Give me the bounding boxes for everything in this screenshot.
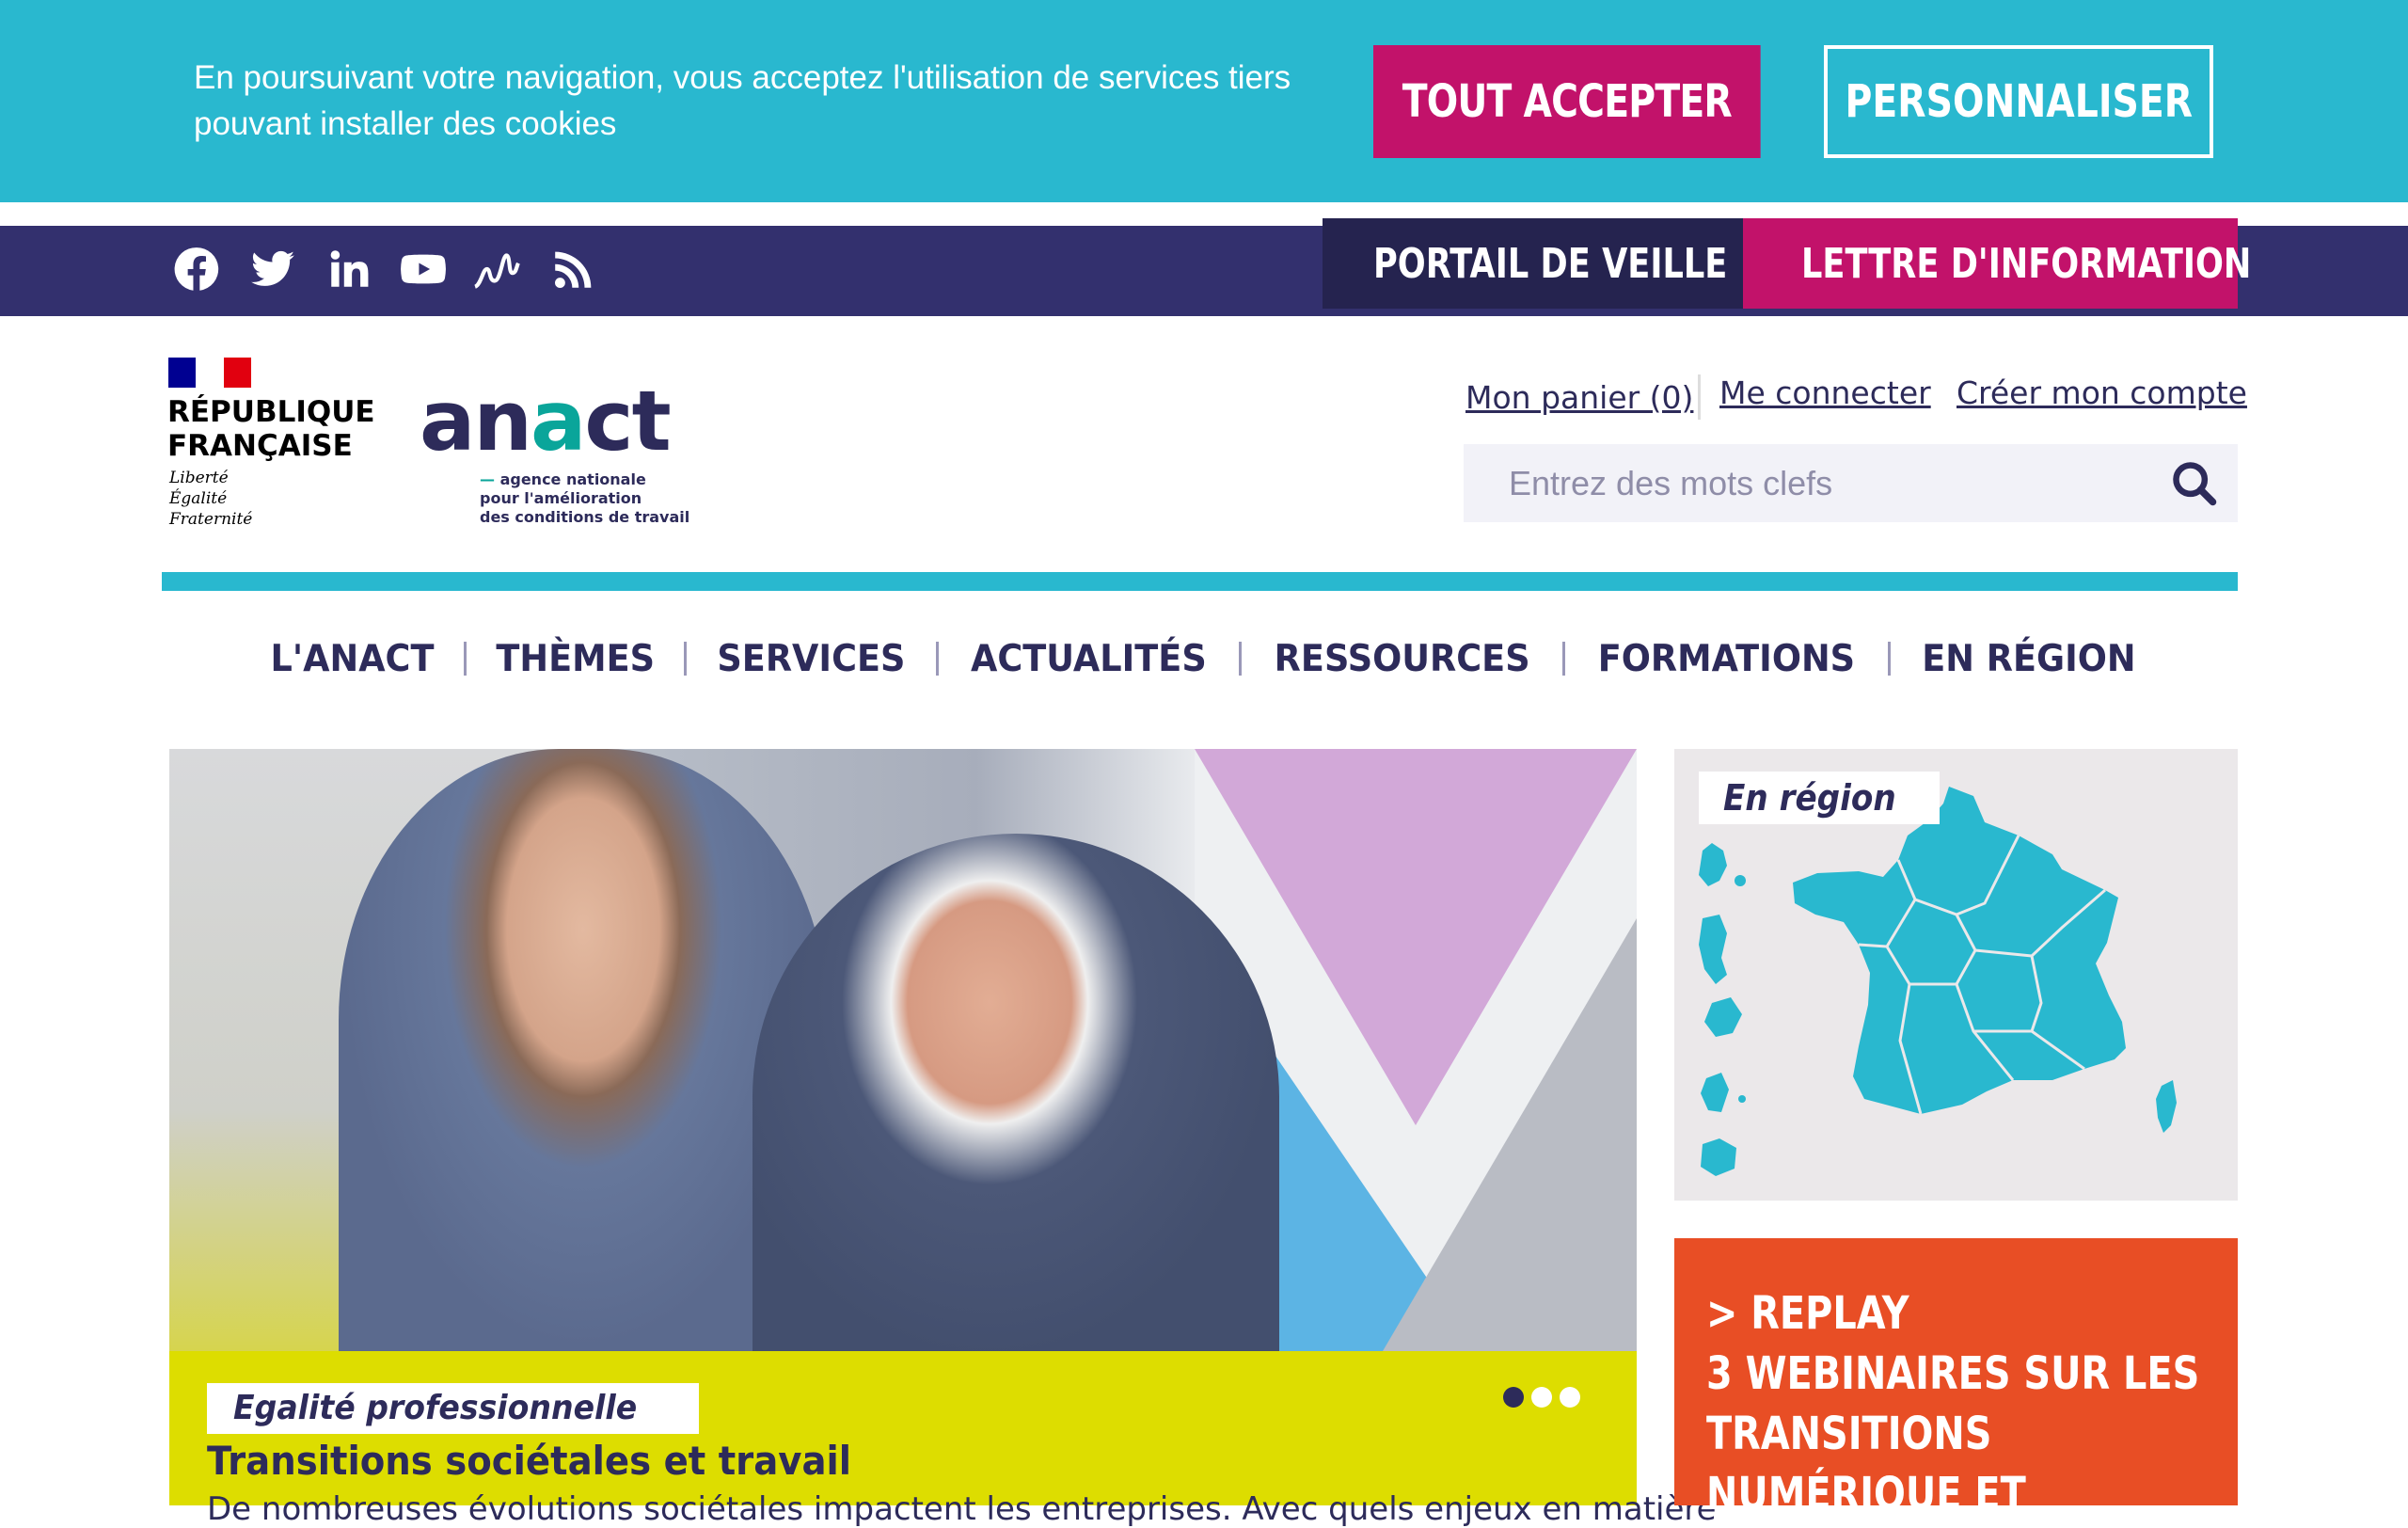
republique-francaise-text: RÉPUBLIQUE FRANÇAISE <box>167 395 375 463</box>
motto-egalite: Égalité <box>169 489 228 508</box>
slider-dot-1[interactable] <box>1503 1387 1524 1408</box>
nav-separator <box>1888 642 1892 676</box>
cookie-banner: En poursuivant votre navigation, vous ac… <box>0 0 2408 202</box>
nav-item-formations[interactable]: FORMATIONS <box>1576 638 1878 680</box>
nav-item-en-region[interactable]: EN RÉGION <box>1899 638 2159 680</box>
hero-caption[interactable]: Egalité professionnelle Transitions soci… <box>169 1351 1717 1528</box>
anact-logo[interactable]: anact <box>420 380 672 463</box>
youtube-icon[interactable] <box>397 243 450 295</box>
slider-dot-2[interactable] <box>1531 1387 1552 1408</box>
hero-category-label: Egalité professionnelle <box>233 1389 638 1427</box>
hero-photo-man <box>752 834 1279 1351</box>
republique-line: RÉPUBLIQUE <box>167 395 375 429</box>
hero-category-tag: Egalité professionnelle <box>207 1383 699 1434</box>
rss-icon[interactable] <box>547 243 600 295</box>
nav-separator <box>1239 642 1243 676</box>
motto-liberte: Liberté <box>169 469 229 487</box>
replay-card[interactable]: > REPLAY 3 WEBINAIRES SUR LES TRANSITION… <box>1674 1238 2238 1520</box>
hero-description: De nombreuses évolutions sociétales impa… <box>207 1490 1717 1528</box>
cookie-message: En poursuivant votre navigation, vous ac… <box>194 59 1291 142</box>
twitter-icon[interactable] <box>246 243 299 295</box>
accept-all-button[interactable]: TOUT ACCEPTER <box>1373 45 1761 158</box>
veille-icon[interactable] <box>470 243 523 295</box>
replay-line-3: TRANSITIONS <box>1706 1408 1992 1460</box>
tagline-line-3: des conditions de travail <box>480 508 690 526</box>
search-box <box>1464 444 2238 522</box>
portail-veille-label: PORTAIL DE VEILLE <box>1373 239 1728 288</box>
replay-line-2: 3 WEBINAIRES SUR LES <box>1706 1347 2200 1400</box>
nav-separator <box>1562 642 1566 676</box>
linkedin-icon[interactable] <box>323 243 375 295</box>
replay-card-text: > REPLAY 3 WEBINAIRES SUR LES TRANSITION… <box>1706 1283 2253 1524</box>
newsletter-label: LETTRE D'INFORMATION <box>1801 239 2252 288</box>
anact-tagline: — agence nationale pour l'amélioration d… <box>480 470 690 526</box>
login-link[interactable]: Me connecter <box>1719 374 1931 411</box>
tagline-line-2: pour l'amélioration <box>480 489 642 507</box>
links-divider <box>1698 374 1701 420</box>
nav-separator <box>464 642 467 676</box>
nav-item-themes[interactable]: THÈMES <box>473 638 678 680</box>
replay-line-4: NUMÉRIQUE ET <box>1706 1468 2026 1520</box>
region-card-tag: En région <box>1699 772 1941 824</box>
hero-title[interactable]: Transitions sociétales et travail <box>207 1438 851 1484</box>
nav-item-ressources[interactable]: RESSOURCES <box>1251 638 1553 680</box>
search-icon[interactable] <box>2170 459 2219 508</box>
replay-line-1: > REPLAY <box>1706 1287 1909 1340</box>
search-input[interactable] <box>1464 444 2141 522</box>
region-card-label: En région <box>1723 777 1896 819</box>
header-divider <box>162 572 2238 591</box>
newsletter-button[interactable]: LETTRE D'INFORMATION <box>1743 218 2251 309</box>
slider-dot-3[interactable] <box>1560 1387 1580 1408</box>
tagline-line-1: agence nationale <box>499 470 646 488</box>
main-nav: L'ANACT THÈMES SERVICES ACTUALITÉS RESSO… <box>0 630 2408 687</box>
hero-image[interactable] <box>169 749 1637 1351</box>
nav-separator <box>936 642 940 676</box>
region-card[interactable]: En région <box>1674 749 2238 1201</box>
nav-item-services[interactable]: SERVICES <box>694 638 928 680</box>
marianne-logo <box>168 358 251 388</box>
cart-link[interactable]: Mon panier (0) <box>1465 379 1693 416</box>
register-link[interactable]: Créer mon compte <box>1956 374 2247 411</box>
francaise-line: FRANÇAISE <box>167 429 353 463</box>
slider-dots <box>1503 1387 1580 1408</box>
customize-button[interactable]: PERSONNALISER <box>1824 45 2213 158</box>
nav-item-lanact[interactable]: L'ANACT <box>247 638 457 680</box>
nav-item-actualites[interactable]: ACTUALITÉS <box>948 638 1230 680</box>
motto-fraternite: Fraternité <box>169 510 253 529</box>
nav-separator <box>684 642 688 676</box>
facebook-icon[interactable] <box>170 243 223 295</box>
customize-button-label: PERSONNALISER <box>1845 75 2193 128</box>
republic-motto: Liberté Égalité Fraternité <box>169 468 252 530</box>
anact-logo-text: anact <box>420 373 672 470</box>
portail-veille-button[interactable]: PORTAIL DE VEILLE <box>1323 218 1743 309</box>
